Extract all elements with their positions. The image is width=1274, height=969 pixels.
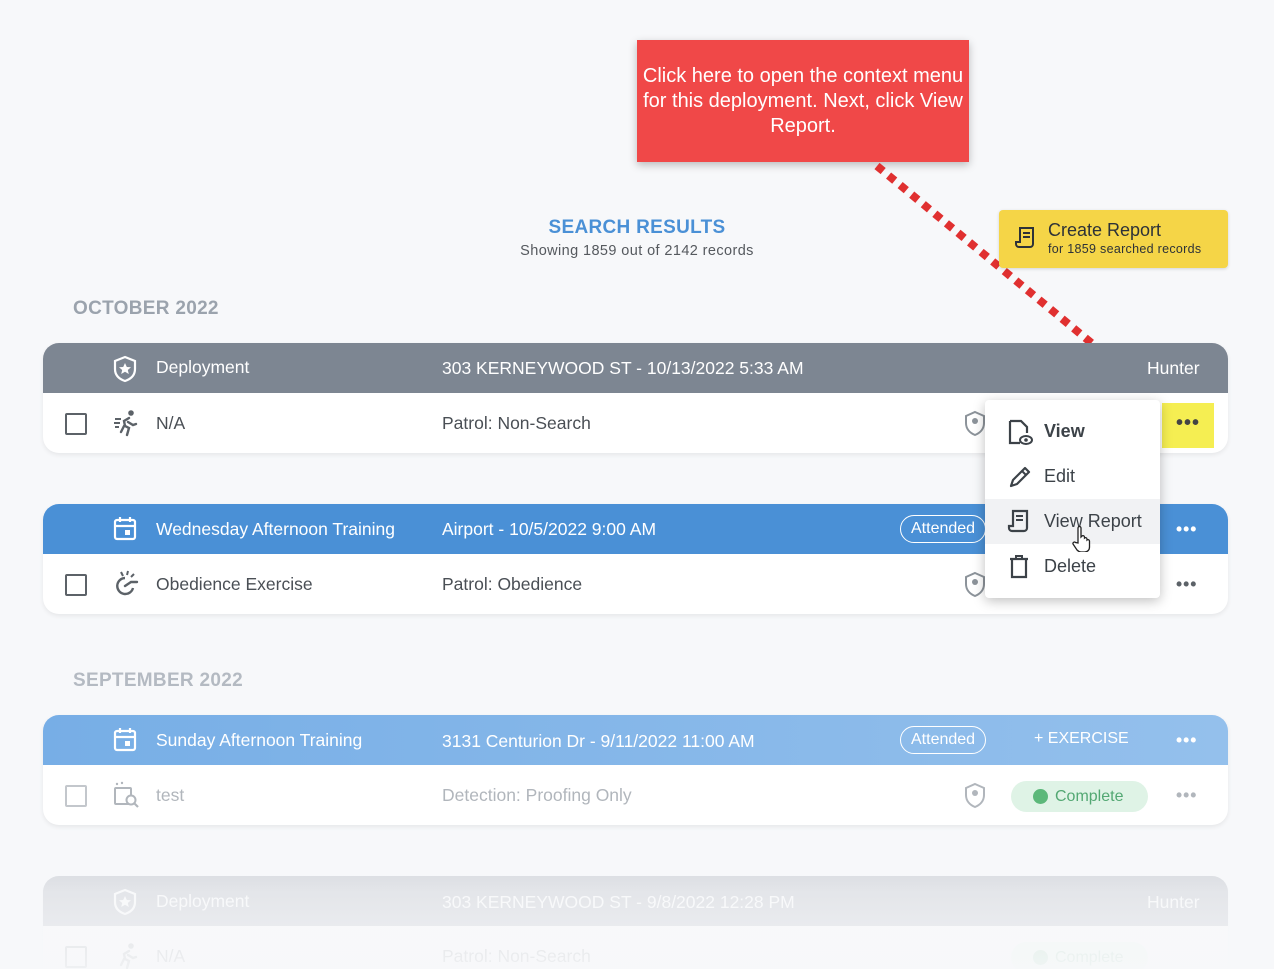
month-heading: OCTOBER 2022 bbox=[73, 298, 219, 319]
row-name: Obedience Exercise bbox=[156, 574, 313, 594]
deployment-card: Deployment 303 KERNEYWOOD ST - 9/8/2022 … bbox=[43, 876, 1228, 969]
attended-badge: Attended bbox=[900, 515, 987, 543]
row-category: Patrol: Non-Search bbox=[442, 413, 591, 433]
training-card: Sunday Afternoon Training 3131 Centurion… bbox=[43, 715, 1228, 825]
shield-badge-icon bbox=[113, 355, 137, 383]
more-options-button[interactable]: ••• bbox=[1162, 403, 1214, 448]
menu-item-edit[interactable]: Edit bbox=[985, 454, 1160, 499]
trash-icon bbox=[1010, 555, 1028, 579]
row-name: test bbox=[156, 785, 185, 805]
card-type: Sunday Afternoon Training bbox=[156, 730, 363, 750]
attended-badge: Attended bbox=[900, 726, 987, 754]
row-checkbox[interactable] bbox=[65, 413, 87, 435]
card-type: Deployment bbox=[156, 891, 250, 911]
card-type: Wednesday Afternoon Training bbox=[156, 519, 396, 539]
obedience-icon bbox=[116, 570, 139, 596]
menu-item-label: Delete bbox=[1044, 556, 1097, 576]
running-person-icon bbox=[119, 943, 138, 969]
card-handler: Hunter bbox=[1147, 358, 1200, 378]
row-checkbox[interactable] bbox=[65, 574, 87, 596]
status-badge: Complete bbox=[1011, 942, 1148, 969]
card-location-time: Airport - 10/5/2022 9:00 AM bbox=[442, 519, 657, 539]
row-name: N/A bbox=[156, 946, 186, 966]
running-person-icon bbox=[114, 410, 138, 437]
status-label: Complete bbox=[1055, 788, 1124, 805]
instruction-callout: Click here to open the context menu for … bbox=[637, 40, 969, 162]
menu-item-label: View bbox=[1044, 421, 1085, 441]
hand-cursor-icon bbox=[1072, 526, 1091, 552]
more-options-button[interactable]: ••• bbox=[1176, 785, 1196, 806]
more-options-button[interactable]: ••• bbox=[1176, 574, 1196, 595]
card-location-time: 303 KERNEYWOOD ST - 9/8/2022 12:28 PM bbox=[442, 892, 795, 912]
handler-shield-icon bbox=[965, 782, 985, 809]
row-name: N/A bbox=[156, 413, 186, 433]
card-location-time: 3131 Centurion Dr - 9/11/2022 11:00 AM bbox=[442, 731, 755, 751]
row-category: Patrol: Non-Search bbox=[442, 946, 591, 966]
handler-shield-icon bbox=[965, 410, 985, 437]
menu-item-label: Edit bbox=[1044, 466, 1076, 486]
calendar-icon bbox=[113, 517, 137, 541]
row-checkbox[interactable] bbox=[65, 785, 87, 807]
create-report-sublabel: for 1859 searched records bbox=[1048, 242, 1202, 256]
card-header: Sunday Afternoon Training 3131 Centurion… bbox=[43, 715, 1228, 765]
view-document-icon bbox=[1008, 419, 1033, 445]
card-location-time: 303 KERNEYWOOD ST - 10/13/2022 5:33 AM bbox=[442, 358, 804, 378]
calendar-icon bbox=[113, 728, 137, 752]
check-circle-icon bbox=[1033, 789, 1048, 804]
report-icon bbox=[1015, 227, 1034, 248]
row-category: Patrol: Obedience bbox=[442, 574, 583, 594]
card-handler: Hunter bbox=[1147, 892, 1200, 912]
status-label: Complete bbox=[1055, 949, 1124, 966]
table-row: N/A Patrol: Non-Search Complete bbox=[43, 926, 1228, 969]
create-report-label: Create Report bbox=[1048, 220, 1162, 240]
handler-shield-icon bbox=[965, 571, 985, 598]
search-detection-icon bbox=[114, 781, 139, 808]
card-header: Deployment 303 KERNEYWOOD ST - 10/13/202… bbox=[43, 343, 1228, 393]
table-row: test Detection: Proofing Only Complete •… bbox=[43, 765, 1228, 825]
card-type: Deployment bbox=[156, 357, 250, 377]
row-category: Detection: Proofing Only bbox=[442, 785, 632, 805]
month-heading: SEPTEMBER 2022 bbox=[73, 670, 243, 691]
shield-badge-icon bbox=[113, 888, 137, 916]
row-checkbox[interactable] bbox=[65, 946, 87, 968]
more-options-button[interactable]: ••• bbox=[1176, 519, 1196, 540]
add-exercise-button[interactable]: + EXERCISE bbox=[1034, 730, 1129, 748]
pencil-icon bbox=[1009, 466, 1031, 488]
card-header: Deployment 303 KERNEYWOOD ST - 9/8/2022 … bbox=[43, 876, 1228, 926]
menu-item-view[interactable]: View bbox=[985, 409, 1160, 454]
menu-item-label: View Report bbox=[1044, 511, 1142, 531]
context-menu: View Edit View Report Delete bbox=[985, 400, 1160, 598]
create-report-button[interactable]: Create Report for 1859 searched records bbox=[999, 210, 1228, 268]
status-badge: Complete bbox=[1011, 781, 1148, 812]
report-icon bbox=[1007, 509, 1029, 533]
check-circle-icon bbox=[1033, 950, 1048, 965]
more-options-button[interactable]: ••• bbox=[1176, 730, 1196, 751]
